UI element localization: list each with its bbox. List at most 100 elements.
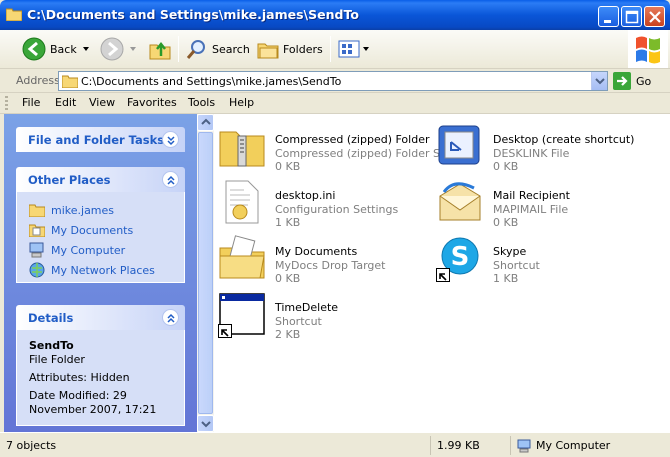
folders-button[interactable]: Folders (257, 36, 323, 62)
config-file-icon (225, 180, 259, 224)
menu-bar: File Edit View Favorites Tools Help (0, 93, 670, 114)
file-name: Skype (493, 245, 527, 258)
address-input[interactable]: C:\Documents and Settings\mike.james\Sen… (58, 71, 608, 91)
arrow-down-icon (201, 421, 211, 428)
minimize-button[interactable] (598, 6, 619, 27)
toolbar: Back Search Folders (0, 30, 670, 69)
up-folder-button[interactable] (148, 36, 172, 62)
search-button[interactable]: Search (186, 36, 250, 62)
back-dropdown-icon[interactable] (82, 47, 89, 51)
file-type: Compressed (zipped) Folder S... (275, 147, 451, 160)
other-places-panel: Other Places mike.james My Documents My … (16, 167, 185, 283)
menu-view[interactable]: View (89, 96, 115, 109)
shortcut-arrow-icon (218, 324, 232, 338)
file-size: 2 KB (275, 328, 301, 341)
views-dropdown-icon[interactable] (363, 47, 369, 51)
folders-icon (257, 43, 279, 59)
expand-icon[interactable] (162, 131, 179, 148)
other-places-title: Other Places (28, 173, 111, 187)
place-label: My Computer (51, 243, 126, 257)
scroll-down-button[interactable] (197, 415, 214, 432)
go-button[interactable]: Go (613, 72, 651, 90)
file-size: 0 KB (275, 272, 301, 285)
file-size: 0 KB (275, 160, 301, 173)
status-zone: My Computer (510, 436, 670, 455)
file-item-mail-recipient[interactable]: Mail Recipient MAPIMAIL File 0 KB (436, 178, 656, 230)
place-label: mike.james (51, 203, 115, 217)
scroll-thumb[interactable] (198, 132, 213, 414)
file-item-compressed-folder[interactable]: Compressed (zipped) Folder Compressed (z… (218, 122, 450, 174)
search-label: Search (212, 42, 250, 56)
details-header[interactable]: Details (16, 305, 185, 330)
file-name: desktop.ini (275, 189, 336, 202)
file-name: Compressed (zipped) Folder (275, 133, 430, 146)
details-modified: Date Modified: 29 November 2007, 17:21 (29, 389, 157, 416)
zip-folder-icon (219, 131, 265, 167)
file-list[interactable]: Compressed (zipped) Folder Compressed (z… (214, 114, 670, 432)
status-size: 1.99 KB (430, 436, 510, 455)
mail-envelope-icon (439, 182, 481, 221)
file-size: 1 KB (493, 272, 519, 285)
file-name: My Documents (275, 245, 358, 258)
title-bar[interactable]: C:\Documents and Settings\mike.james\Sen… (0, 0, 670, 30)
details-attributes: Attributes: Hidden (29, 371, 130, 384)
file-item-my-documents[interactable]: My Documents MyDocs Drop Target 0 KB (218, 234, 438, 286)
file-item-skype[interactable]: S Skype Shortcut 1 KB (436, 234, 656, 286)
views-icon (338, 40, 360, 58)
file-type: MyDocs Drop Target (275, 259, 386, 272)
place-label: My Documents (51, 223, 134, 237)
file-size: 0 KB (493, 160, 519, 173)
views-button[interactable] (338, 36, 369, 62)
file-item-desktop-shortcut[interactable]: Desktop (create shortcut) DESKLINK File … (436, 122, 656, 174)
scroll-up-button[interactable] (197, 114, 214, 131)
shortcut-arrow-icon (436, 268, 450, 282)
back-button[interactable]: Back (22, 36, 89, 62)
up-folder-icon (149, 41, 171, 60)
status-zone-label: My Computer (536, 439, 611, 452)
menu-favorites[interactable]: Favorites (127, 96, 177, 109)
computer-icon (517, 439, 531, 452)
menu-file[interactable]: File (22, 96, 40, 109)
place-link-my-documents[interactable]: My Documents (29, 220, 172, 240)
status-bar: 7 objects 1.99 KB My Computer (0, 432, 670, 457)
other-places-body: mike.james My Documents My Computer My N… (16, 192, 185, 283)
file-type: Shortcut (493, 259, 540, 272)
file-type: DESKLINK File (493, 147, 570, 160)
menu-help[interactable]: Help (229, 96, 254, 109)
collapse-icon[interactable] (162, 171, 179, 188)
documents-folder-icon (29, 224, 45, 237)
place-link-mike-james[interactable]: mike.james (29, 200, 172, 220)
address-bar: Address C:\Documents and Settings\mike.j… (0, 69, 670, 93)
place-link-my-network-places[interactable]: My Network Places (29, 260, 172, 280)
other-places-header[interactable]: Other Places (16, 167, 185, 192)
forward-button[interactable] (100, 36, 136, 62)
address-dropdown-button[interactable] (591, 72, 607, 90)
search-icon (186, 40, 205, 59)
forward-arrow-icon (100, 37, 124, 61)
toolbar-separator (330, 36, 331, 62)
collapse-icon[interactable] (162, 309, 179, 326)
maximize-button[interactable] (621, 6, 642, 27)
maximize-icon (625, 10, 639, 24)
toolbar-separator (178, 36, 179, 62)
file-folder-tasks-header[interactable]: File and Folder Tasks (16, 127, 185, 152)
chevron-down-icon (595, 78, 605, 85)
vertical-scrollbar[interactable] (197, 114, 214, 432)
network-globe-icon (29, 262, 45, 278)
details-kind: File Folder (29, 353, 85, 366)
file-item-timedelete[interactable]: TimeDelete Shortcut 2 KB (218, 290, 438, 342)
forward-dropdown-icon[interactable] (130, 47, 136, 51)
menu-tools[interactable]: Tools (188, 96, 215, 109)
file-size: 0 KB (493, 216, 519, 229)
place-link-my-computer[interactable]: My Computer (29, 240, 172, 260)
file-item-desktop-ini[interactable]: desktop.ini Configuration Settings 1 KB (218, 178, 438, 230)
back-label: Back (50, 42, 77, 56)
close-icon (649, 11, 661, 23)
menu-edit[interactable]: Edit (55, 96, 76, 109)
details-title: Details (28, 311, 74, 325)
close-button[interactable] (644, 6, 665, 27)
folder-icon (62, 75, 78, 88)
details-body: SendTo File Folder Attributes: Hidden Da… (16, 330, 185, 426)
address-path: C:\Documents and Settings\mike.james\Sen… (81, 75, 342, 88)
minimize-icon (604, 20, 611, 23)
